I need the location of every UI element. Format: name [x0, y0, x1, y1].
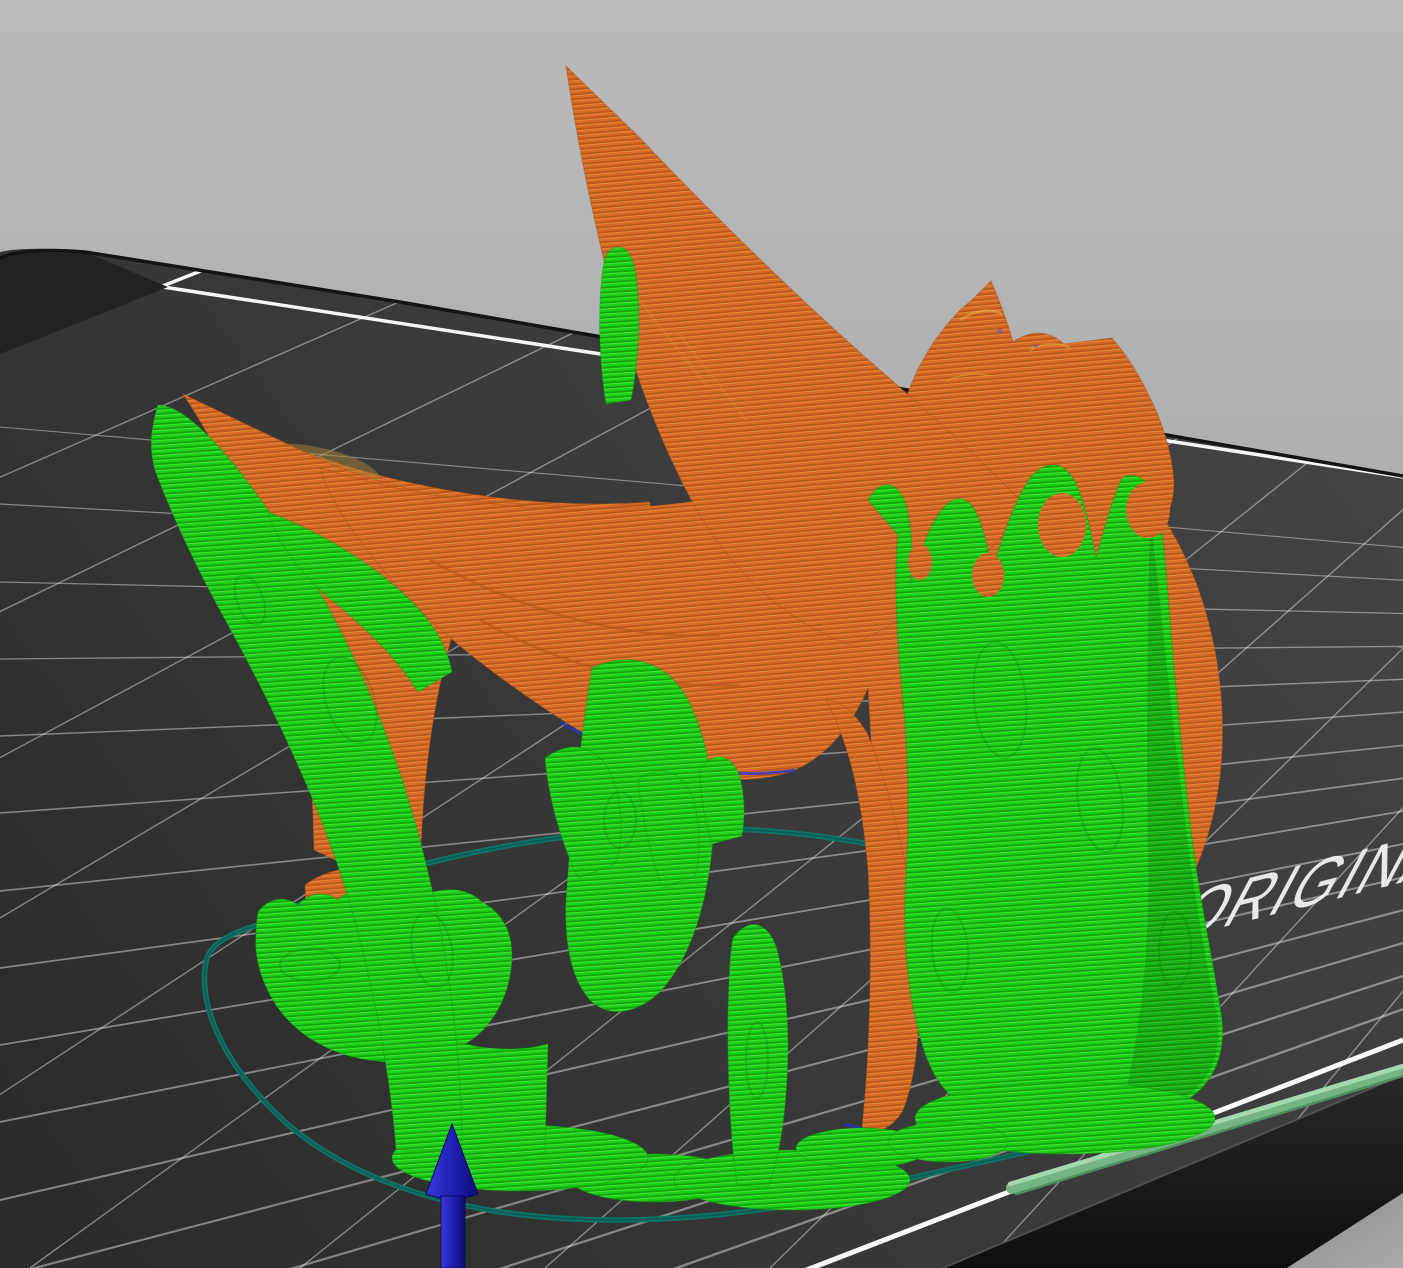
z-arrow-shaft: [440, 1195, 466, 1268]
support-pad: [887, 1121, 1009, 1163]
slicer-viewport[interactable]: ORIGINAL: [0, 0, 1403, 1268]
support-wing-sliver: [599, 246, 640, 405]
support-mid-tall-finger: [727, 924, 789, 1187]
support-left-column: [451, 1039, 549, 1159]
